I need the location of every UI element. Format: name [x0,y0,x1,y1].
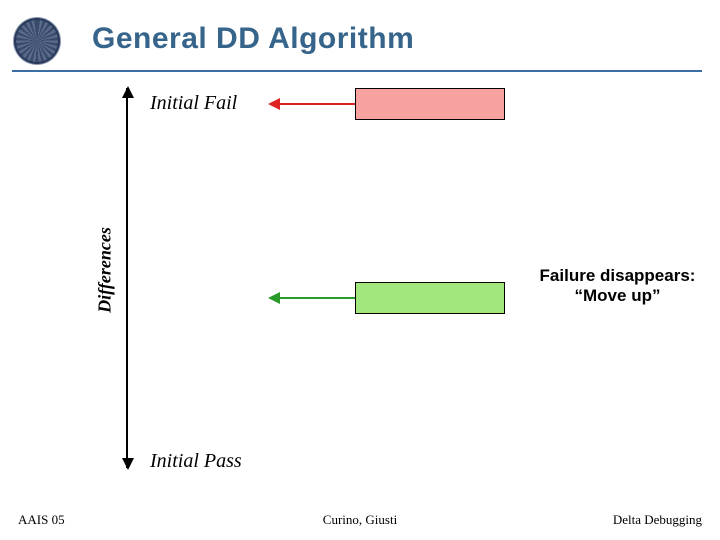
differences-axis [126,88,128,468]
arrow-down-icon [122,458,134,470]
axis-label: Differences [94,227,115,313]
footer: AAIS 05 Curino, Giusti Delta Debugging [0,512,720,532]
footer-center: Curino, Giusti [323,512,397,528]
pass-box [355,282,505,314]
arrow-to-pass [270,297,355,299]
annotation-line2: “Move up” [575,286,661,305]
title-bar: General DD Algorithm [0,10,720,70]
arrow-left-icon [268,98,280,110]
fail-box [355,88,505,120]
arrow-up-icon [122,86,134,98]
slide-title: General DD Algorithm [92,22,414,56]
initial-fail-label: Initial Fail [150,92,237,115]
annotation-line1: Failure disappears: [540,266,696,285]
title-underline [12,70,702,72]
slide: General DD Algorithm Differences Initial… [0,0,720,540]
logo-seal-icon [14,18,60,64]
initial-pass-label: Initial Pass [150,450,242,473]
footer-left: AAIS 05 [18,512,65,528]
arrow-left-icon [268,292,280,304]
arrow-to-fail [270,103,355,105]
footer-right: Delta Debugging [613,512,702,528]
annotation-moveup: Failure disappears: “Move up” [520,266,715,305]
